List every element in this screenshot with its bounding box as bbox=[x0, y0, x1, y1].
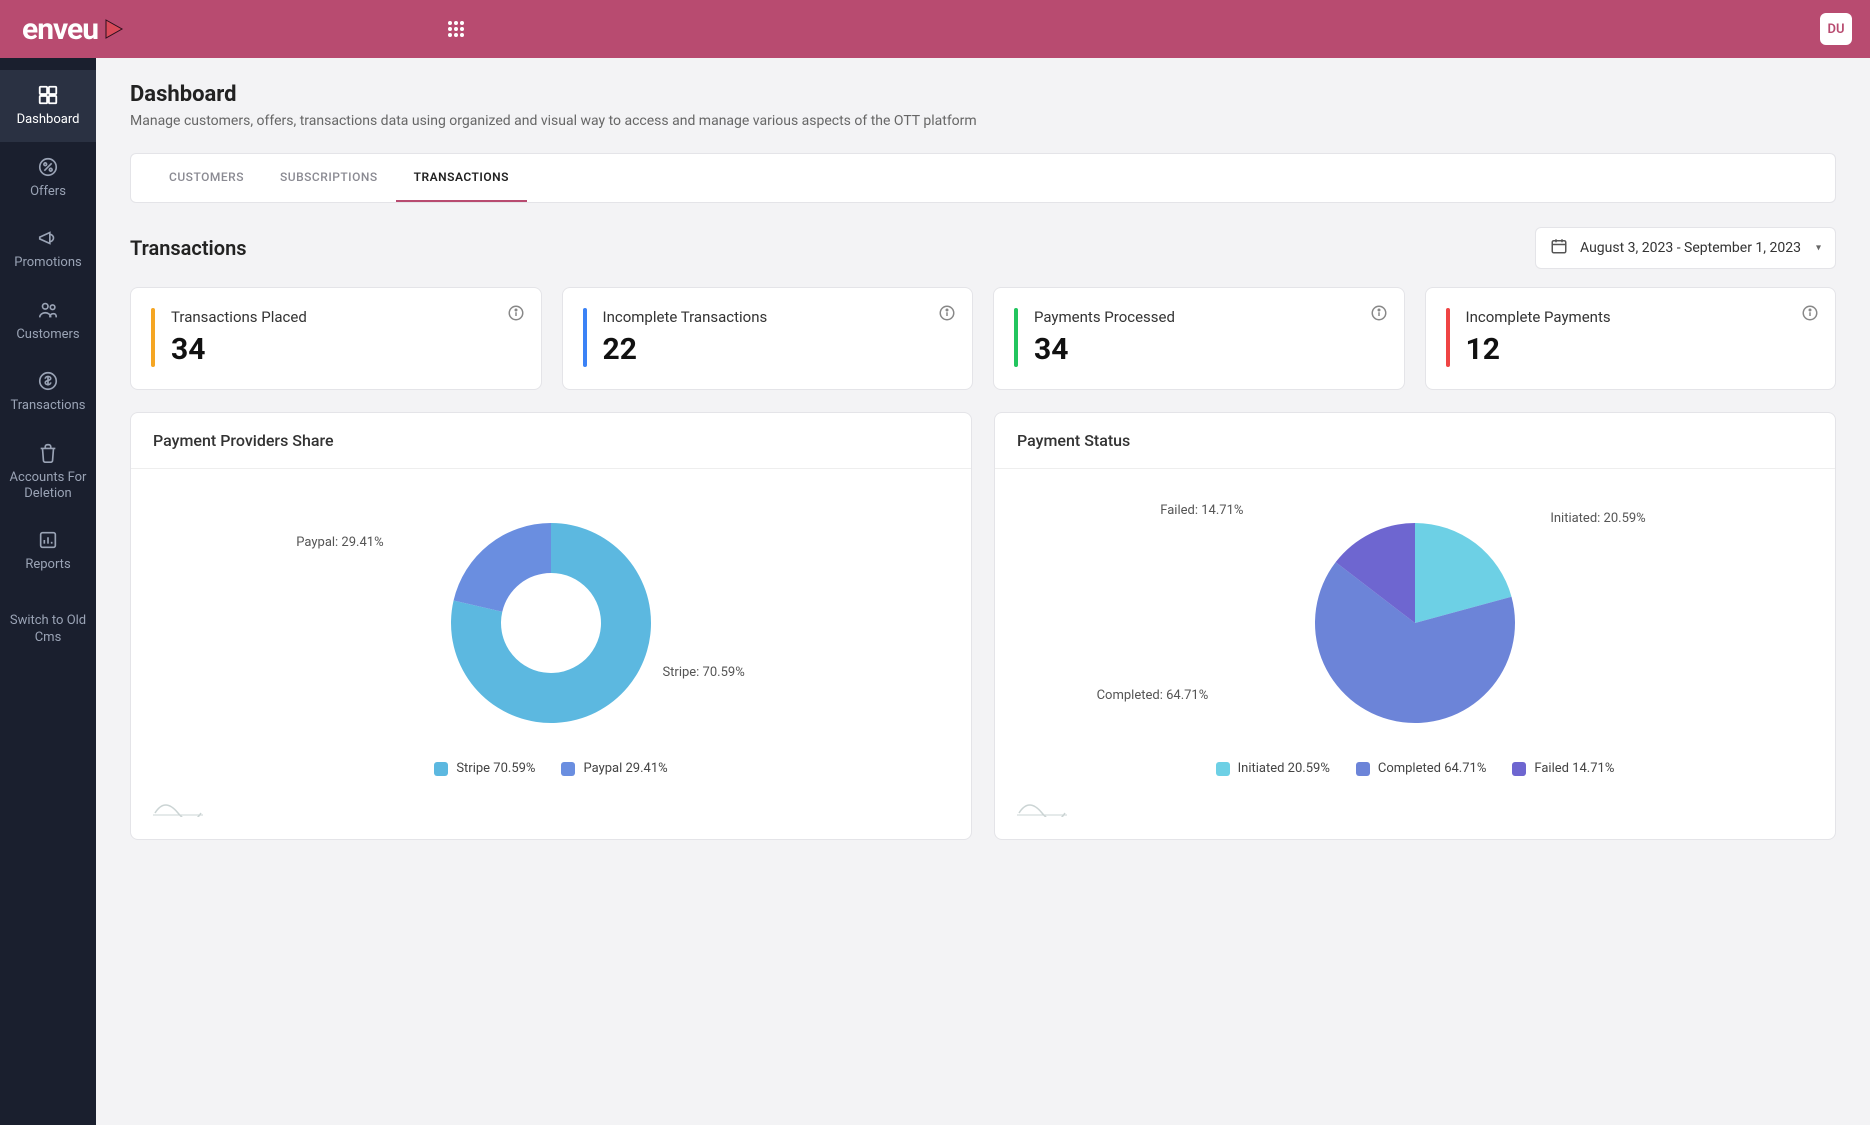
report-icon bbox=[37, 529, 59, 551]
tab-subscriptions[interactable]: SUBSCRIPTIONS bbox=[262, 154, 396, 202]
dashboard-icon bbox=[37, 84, 59, 106]
sidebar-item-promotions[interactable]: Promotions bbox=[0, 213, 96, 285]
megaphone-icon bbox=[37, 227, 59, 249]
users-icon bbox=[37, 299, 59, 321]
sidebar-item-label: Dashboard bbox=[17, 112, 80, 128]
donut-chart-providers bbox=[431, 503, 671, 743]
chart-watermark-icon bbox=[1017, 793, 1067, 821]
page-subtitle: Manage customers, offers, transactions d… bbox=[130, 113, 1836, 129]
brand-logo[interactable]: enveu bbox=[22, 12, 126, 47]
chevron-down-icon: ▾ bbox=[1816, 243, 1821, 254]
switch-cms-label: Switch to Old Cms bbox=[10, 613, 86, 645]
switch-cms-link[interactable]: Switch to Old Cms bbox=[0, 607, 96, 653]
sidebar-item-label: Customers bbox=[16, 327, 79, 343]
play-logo-icon bbox=[102, 17, 126, 41]
stat-value: 22 bbox=[603, 332, 768, 367]
sidebar-item-label: Reports bbox=[25, 557, 70, 573]
slice-label-completed: Completed: 64.71% bbox=[1097, 688, 1209, 703]
sidebar-item-dashboard[interactable]: Dashboard bbox=[0, 70, 96, 142]
chart-card-providers: Payment Providers Share Stripe: 70.59% P… bbox=[130, 412, 972, 840]
stat-card-incomplete-payments: Incomplete Payments 12 bbox=[1425, 287, 1837, 390]
legend-item: Initiated 20.59% bbox=[1216, 761, 1330, 776]
info-icon[interactable] bbox=[1370, 304, 1388, 326]
stat-label: Transactions Placed bbox=[171, 308, 307, 326]
slice-label-failed: Failed: 14.71% bbox=[1160, 503, 1243, 518]
info-icon[interactable] bbox=[938, 304, 956, 326]
stat-label: Incomplete Payments bbox=[1466, 308, 1611, 326]
stat-card-incomplete-transactions: Incomplete Transactions 22 bbox=[562, 287, 974, 390]
slice-label-initiated: Initiated: 20.59% bbox=[1550, 511, 1645, 526]
slice-label-paypal: Paypal: 29.41% bbox=[296, 535, 383, 550]
sidebar-item-deletion[interactable]: Accounts For Deletion bbox=[0, 428, 96, 515]
chart-title: Payment Providers Share bbox=[131, 413, 971, 469]
legend-text: Completed 64.71% bbox=[1378, 761, 1487, 776]
legend-text: Stripe 70.59% bbox=[456, 761, 535, 776]
stat-card-payments-processed: Payments Processed 34 bbox=[993, 287, 1405, 390]
legend-item: Stripe 70.59% bbox=[434, 761, 535, 776]
chart-legend: Stripe 70.59% Paypal 29.41% bbox=[153, 761, 949, 776]
chart-card-status: Payment Status Initiated: 20.5 bbox=[994, 412, 1836, 840]
stat-card-transactions-placed: Transactions Placed 34 bbox=[130, 287, 542, 390]
tab-transactions[interactable]: TRANSACTIONS bbox=[396, 154, 527, 202]
topbar: enveu DU bbox=[0, 0, 1870, 58]
sidebar-item-label: Transactions bbox=[11, 398, 86, 414]
chart-legend: Initiated 20.59% Completed 64.71% Failed… bbox=[1017, 761, 1813, 776]
trash-icon bbox=[37, 442, 59, 464]
sidebar-item-reports[interactable]: Reports bbox=[0, 515, 96, 587]
legend-item: Paypal 29.41% bbox=[561, 761, 667, 776]
calendar-icon bbox=[1550, 237, 1568, 259]
grid-icon bbox=[446, 19, 466, 39]
apps-grid-button[interactable] bbox=[446, 19, 466, 39]
brand-name: enveu bbox=[22, 12, 98, 47]
legend-text: Failed 14.71% bbox=[1534, 761, 1614, 776]
stat-row: Transactions Placed 34 Incomplete Transa… bbox=[130, 287, 1836, 390]
info-icon[interactable] bbox=[1801, 304, 1819, 326]
percent-icon bbox=[37, 156, 59, 178]
sidebar-item-label: Accounts For Deletion bbox=[4, 470, 92, 501]
sidebar-item-label: Offers bbox=[30, 184, 66, 200]
page-title: Dashboard bbox=[130, 82, 1836, 107]
chart-watermark-icon bbox=[153, 793, 203, 821]
legend-text: Initiated 20.59% bbox=[1238, 761, 1330, 776]
user-initials: DU bbox=[1827, 22, 1844, 37]
legend-text: Paypal 29.41% bbox=[583, 761, 667, 776]
user-avatar[interactable]: DU bbox=[1820, 13, 1852, 45]
sidebar-item-transactions[interactable]: Transactions bbox=[0, 356, 96, 428]
main-content: Dashboard Manage customers, offers, tran… bbox=[96, 58, 1870, 1125]
stat-label: Payments Processed bbox=[1034, 308, 1175, 326]
stat-value: 34 bbox=[1034, 332, 1175, 367]
legend-item: Failed 14.71% bbox=[1512, 761, 1614, 776]
stat-value: 34 bbox=[171, 332, 307, 367]
info-icon[interactable] bbox=[507, 304, 525, 326]
sidebar-item-offers[interactable]: Offers bbox=[0, 142, 96, 214]
dollar-icon bbox=[37, 370, 59, 392]
sidebar-item-customers[interactable]: Customers bbox=[0, 285, 96, 357]
sidebar: Dashboard Offers Promotions bbox=[0, 58, 96, 1125]
date-range-text: August 3, 2023 - September 1, 2023 bbox=[1580, 240, 1801, 256]
legend-item: Completed 64.71% bbox=[1356, 761, 1487, 776]
pie-chart-status bbox=[1295, 503, 1535, 743]
chart-title: Payment Status bbox=[995, 413, 1835, 469]
slice-label-stripe: Stripe: 70.59% bbox=[662, 665, 744, 680]
stat-value: 12 bbox=[1466, 332, 1611, 367]
sidebar-item-label: Promotions bbox=[14, 255, 81, 271]
tabs: CUSTOMERS SUBSCRIPTIONS TRANSACTIONS bbox=[130, 153, 1836, 203]
topbar-left: enveu bbox=[22, 12, 466, 47]
chart-row: Payment Providers Share Stripe: 70.59% P… bbox=[130, 412, 1836, 840]
stat-label: Incomplete Transactions bbox=[603, 308, 768, 326]
section-title: Transactions bbox=[130, 236, 247, 260]
date-range-picker[interactable]: August 3, 2023 - September 1, 2023 ▾ bbox=[1535, 227, 1836, 269]
tab-customers[interactable]: CUSTOMERS bbox=[151, 154, 262, 202]
